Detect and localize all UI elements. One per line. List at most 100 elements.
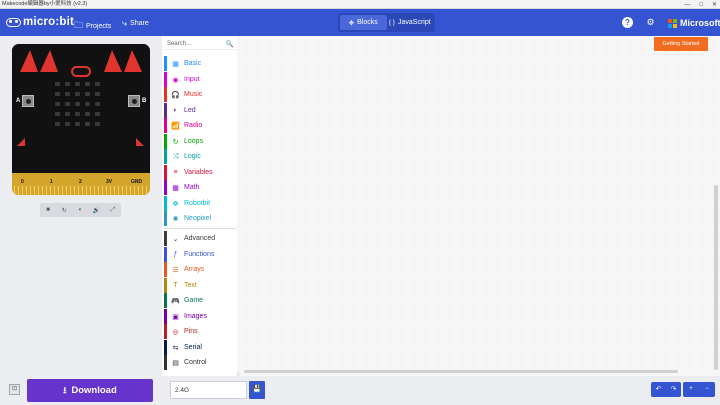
toolbox-category-label: Robotbit [184,200,211,207]
radio-category-icon: 📶 [171,122,180,130]
gear-icon[interactable]: ⚙ [645,17,656,28]
fullscreen-icon[interactable]: ⤢ [107,207,119,214]
toolbox-category-control[interactable]: ▤ Control [164,355,236,370]
pin-label: 3V [106,179,113,185]
corner-marker [17,138,25,146]
pin-label[interactable]: 0 [21,179,24,185]
toolbox-category-input[interactable]: ◉ Input [164,72,236,87]
toolbox-category-serial[interactable]: ⇆ Serial [164,340,236,355]
redo-icon[interactable]: ↷ [666,382,681,397]
toolbox-category-neopixel[interactable]: ✺ Neopixel [164,211,236,226]
share-label: Share [130,20,149,27]
microbit-board[interactable]: A B 0 1 2 3V GND [12,44,150,195]
pin-label[interactable]: 2 [79,179,82,185]
toolbox: Search... 🔍 ▦ Basic ◉ Input 🎧 Music ◐ Led 📶 Radio… [162,36,238,376]
download-button[interactable]: ⭳ Download [27,379,153,402]
stop-icon[interactable]: ■ [42,207,54,213]
zoom-out-icon[interactable]: − [699,382,715,397]
restart-icon[interactable]: ↻ [58,207,70,214]
projects-button[interactable]: 🗀 Projects [74,18,111,34]
toolbox-category-label: Text [184,282,197,289]
microbit-logo[interactable]: micro:bit [6,16,74,28]
window-title-bar: Makecode编辑器by小爱科技 (v2.3) — □ ✕ [0,0,720,9]
pins-category-icon: ◎ [172,328,179,336]
input-category-icon: ◉ [172,76,179,84]
blocks-workspace[interactable] [240,36,720,376]
advanced-category-icon: ⌄ [172,235,179,243]
button-a[interactable] [22,95,34,107]
toolbox-category-robotbit[interactable]: ☸ Robotbit [164,196,236,211]
projects-label: Projects [86,22,112,30]
search-icon[interactable]: 🔍 [226,39,234,50]
minimize-icon[interactable]: — [684,2,690,8]
toolbox-category-variables[interactable]: ≡ Variables [164,165,236,180]
led-matrix [55,82,100,126]
close-icon[interactable]: ✕ [712,1,717,8]
toolbox-category-label: Logic [184,153,201,160]
microsoft-logo[interactable]: Microsoft [668,18,720,28]
toolbox-category-label: Functions [184,251,215,258]
share-button[interactable]: ⤷ Share [122,18,149,29]
variables-category-icon: ≡ [173,169,178,176]
tab-javascript[interactable]: { } JavaScript [387,15,434,30]
images-category-icon: ▣ [172,313,179,321]
toolbox-category-label: Game [184,297,204,304]
microbit-logo-icon [6,17,21,27]
collapse-simulator-icon[interactable]: ⊡ [9,384,20,395]
toolbox-category-functions[interactable]: ƒ Functions [164,247,236,262]
toolbox-category-images[interactable]: ▣ Images [164,309,236,324]
toolbox-category-logic[interactable]: ⤨ Logic [164,149,236,164]
sound-icon[interactable]: 🔊 [91,207,103,214]
tab-blocks[interactable]: ✥ Blocks [340,15,387,30]
toolbox-divider [164,228,236,229]
toolbox-category-basic[interactable]: ▦ Basic [164,56,236,71]
toolbox-category-game[interactable]: 🎮 Game [164,293,236,308]
toolbox-category-loops[interactable]: ↻ Loops [164,134,236,149]
toolbox-category-radio[interactable]: 📶 Radio [164,118,236,133]
search-placeholder: Search... [167,41,192,47]
toolbox-category-math[interactable]: ▦ Math [164,180,236,195]
search-input[interactable]: Search... 🔍 [164,39,236,50]
toolbox-category-text[interactable]: T Text [164,278,236,293]
corner-marker [136,138,144,146]
pin-label[interactable]: 1 [50,179,53,185]
zoom-group: + − [683,382,715,397]
project-name-input[interactable] [170,381,247,399]
folder-icon: 🗀 [74,20,84,30]
toolbox-category-led[interactable]: ◐ Led [164,103,236,118]
toolbox-category-label: Variables [184,169,213,176]
led-category-icon: ◐ [173,107,178,114]
toolbox-category-pins[interactable]: ◎ Pins [164,324,236,339]
logic-category-icon: ⤨ [172,152,179,160]
puzzle-icon: ✥ [348,19,355,27]
toolbox-category-arrays[interactable]: ☰ Arrays [164,262,236,277]
toolbox-category-music[interactable]: 🎧 Music [164,87,236,102]
button-b-label: B [142,98,147,104]
toolbox-category-label: Serial [184,344,202,351]
window-controls: — □ ✕ [684,0,717,9]
help-icon[interactable]: ? [622,17,633,28]
robotbit-category-icon: ☸ [172,200,179,208]
toolbox-category-label: Pins [184,328,198,335]
toolbox-category-label: Loops [184,138,204,145]
tab-javascript-label: JavaScript [397,19,431,26]
workspace-vertical-scrollbar[interactable] [714,185,718,370]
toolbox-category-label: Led [184,107,196,114]
basic-category-icon: ▦ [172,60,179,68]
button-a-label: A [16,98,21,104]
workspace-horizontal-scrollbar[interactable] [244,370,678,373]
button-b[interactable] [128,95,140,107]
toolbox-category-advanced[interactable]: ⌄ Advanced [164,231,236,246]
save-button[interactable]: 💾 [249,381,265,399]
maximize-icon[interactable]: □ [699,2,703,8]
download-icon: ⭳ [63,384,67,395]
undo-redo-group: ↶ ↷ [651,382,681,397]
toolbox-category-label: Arrays [184,266,205,273]
simulator-panel: A B 0 1 2 3V GND ■ ↻ ◐ 🔊 ⤢ [0,36,162,376]
undo-icon[interactable]: ↶ [651,382,666,397]
toolbox-category-label: Math [184,184,200,191]
slowmo-icon[interactable]: ◐ [74,207,86,213]
zoom-in-icon[interactable]: + [683,382,699,397]
arrays-category-icon: ☰ [172,266,179,274]
getting-started-button[interactable]: Getting Started [654,37,708,51]
